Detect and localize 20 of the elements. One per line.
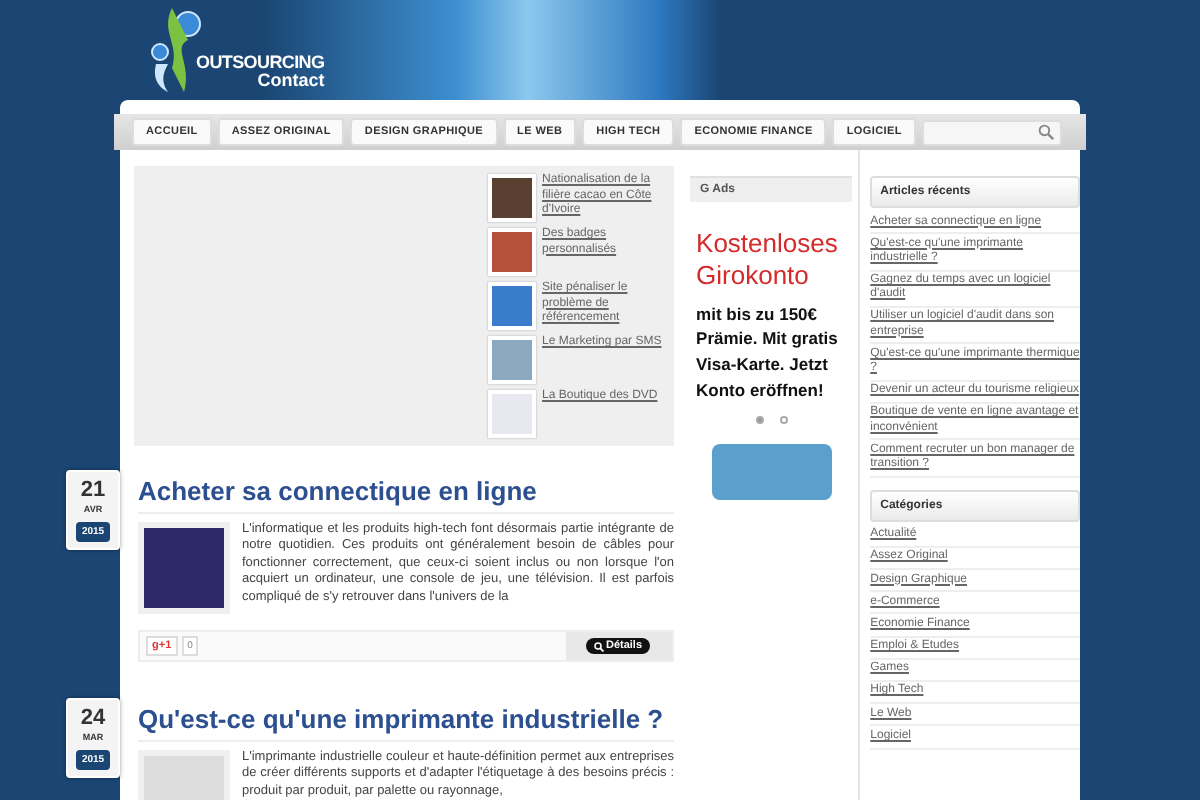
post-title[interactable]: Acheter sa connectique en ligne xyxy=(138,470,675,514)
date-day: 24 xyxy=(80,706,106,731)
photo-placeholder xyxy=(488,336,537,384)
ad-button[interactable] xyxy=(712,443,833,499)
photo-placeholder xyxy=(138,522,230,614)
ad-headline[interactable]: Kostenloses Girokonto xyxy=(696,228,849,293)
carousel-dot[interactable] xyxy=(756,415,765,423)
ad-text: mit bis zu 150€ Prämie. Mit gratis Visa-Karte. Jetzt Konto eröffnen! xyxy=(696,301,840,403)
photo-placeholder xyxy=(488,174,537,222)
logo-text: OUTSOURCING xyxy=(196,54,325,72)
post-title[interactable]: Qu'est-ce qu'une imprimante industrielle ? xyxy=(138,698,675,742)
photo-placeholder xyxy=(488,228,537,276)
search-icon[interactable] xyxy=(1038,124,1054,140)
carousel-dot[interactable] xyxy=(780,415,789,423)
search-field[interactable] xyxy=(921,119,1062,145)
photo-placeholder xyxy=(488,282,537,330)
photo-placeholder xyxy=(488,390,537,438)
search-icon xyxy=(593,641,604,651)
date-day: 21 xyxy=(80,478,106,503)
logo-subtext: Contact xyxy=(257,72,325,90)
